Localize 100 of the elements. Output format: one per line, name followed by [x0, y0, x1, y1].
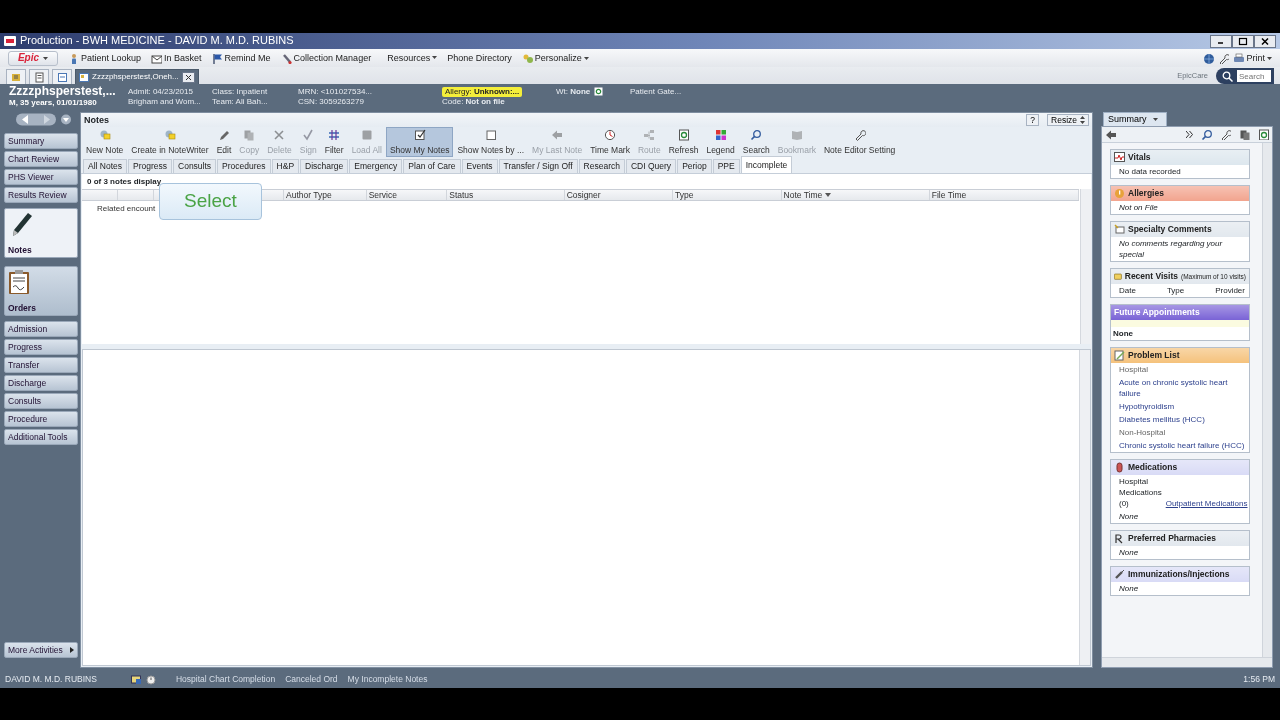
globe-icon[interactable] — [1203, 52, 1215, 64]
menu-item[interactable]: Collection Manager — [280, 52, 372, 64]
column-header[interactable]: Service — [366, 190, 448, 200]
list-icon[interactable] — [10, 71, 22, 83]
window-icon[interactable] — [56, 71, 68, 83]
toolbar-tab[interactable] — [6, 69, 26, 84]
sidebar-item[interactable]: Chart Review — [4, 151, 78, 167]
section-header[interactable]: Preferred Pharmacies — [1111, 531, 1249, 546]
column-header[interactable]: Type — [673, 190, 782, 200]
sidebar-item[interactable]: Progress — [4, 339, 78, 355]
clock-icon[interactable] — [145, 673, 156, 685]
column-header[interactable]: File Time — [929, 190, 1079, 200]
notes-tab[interactable]: Consults — [173, 159, 217, 173]
print-button[interactable]: Print — [1233, 52, 1272, 64]
column-header[interactable]: Status — [447, 190, 565, 200]
back-forward-icon[interactable] — [16, 113, 72, 126]
problem-link[interactable]: Hypothyroidism — [1111, 400, 1249, 413]
status-link[interactable]: My Incomplete Notes — [347, 673, 428, 685]
sidebar-item[interactable]: Discharge — [4, 375, 78, 391]
notes-tab[interactable]: Periop — [677, 159, 712, 173]
wrench-icon[interactable] — [1220, 129, 1231, 140]
summary-tab[interactable]: Summary — [1103, 112, 1167, 126]
toolbar-tab[interactable] — [29, 69, 49, 84]
left-arrow-icon[interactable] — [1105, 128, 1117, 141]
notes-tab[interactable]: All Notes — [83, 159, 127, 173]
notes-tab[interactable]: PPE — [712, 159, 740, 173]
menu-item[interactable]: Resources — [387, 52, 438, 64]
medications-link[interactable]: Outpatient Medications — [1165, 498, 1248, 509]
section-header[interactable]: Specialty Comments — [1111, 222, 1249, 237]
sidebar-item[interactable]: Orders — [4, 266, 78, 316]
problem-link[interactable]: Chronic systolic heart failure (HCC) — [1111, 439, 1249, 452]
status-link[interactable]: Hospital Chart Completion — [175, 673, 276, 685]
epic-menu-button[interactable]: Epic — [8, 50, 58, 66]
wrench-icon[interactable] — [1218, 52, 1230, 64]
notes-tab[interactable]: Procedures — [217, 159, 271, 173]
sidebar-item[interactable]: Summary — [4, 133, 78, 149]
sidebar-item[interactable]: Notes — [4, 208, 78, 258]
notes-tab[interactable]: Progress — [128, 159, 173, 173]
maximize-icon[interactable] — [1237, 36, 1249, 46]
toolbar-button[interactable]: Show My Notes — [385, 127, 454, 157]
notes-tab[interactable]: Discharge — [300, 159, 349, 173]
section-header[interactable]: Medications — [1111, 460, 1249, 475]
toolbar-tab[interactable] — [52, 69, 72, 84]
messages-icon[interactable] — [130, 673, 142, 685]
notes-tab[interactable]: Research — [578, 159, 625, 173]
toolbar-button[interactable]: Time Mark — [586, 127, 634, 157]
notes-tab[interactable]: Transfer / Sign Off — [498, 159, 578, 173]
section-header[interactable]: Problem List — [1111, 348, 1249, 363]
section-header[interactable]: Vitals — [1111, 150, 1249, 165]
resize-button[interactable]: Resize — [1047, 114, 1089, 126]
toolbar-button[interactable]: Refresh — [664, 127, 703, 157]
notes-tab[interactable]: Incomplete — [740, 156, 793, 173]
toolbar-button[interactable]: Search — [738, 127, 774, 157]
maximize-button[interactable] — [1232, 34, 1254, 48]
minimize-button[interactable] — [1210, 34, 1232, 48]
search-icon[interactable] — [1201, 129, 1212, 140]
section-header[interactable]: Immunizations/Injections — [1111, 567, 1249, 582]
menu-item[interactable]: In Basket — [151, 52, 202, 64]
menu-item[interactable]: Patient Lookup — [68, 52, 142, 64]
refresh-icon[interactable] — [594, 87, 604, 97]
toolbar-button[interactable]: Legend — [702, 127, 739, 157]
sidebar-item[interactable]: Results Review — [4, 187, 78, 203]
refresh-icon[interactable] — [1258, 129, 1269, 140]
close-button[interactable] — [1254, 34, 1276, 48]
scrollbar[interactable] — [1080, 189, 1091, 344]
form-icon[interactable] — [33, 71, 45, 83]
section-header[interactable]: Allergies — [1111, 186, 1249, 201]
patient-tab[interactable]: Zzzzphsperstest,Oneh... — [75, 69, 199, 84]
notes-tab[interactable]: CDI Query — [625, 159, 677, 173]
toolbar-button[interactable]: Note Editor Setting — [820, 127, 900, 157]
sidebar-item[interactable]: Consults — [4, 393, 78, 409]
sidebar-item[interactable]: Procedure — [4, 411, 78, 427]
scrollbar[interactable] — [1262, 143, 1272, 657]
status-link[interactable]: Canceled Ord — [285, 673, 338, 685]
column-header[interactable]: Author Type — [284, 190, 367, 200]
menu-item[interactable]: Phone Directory — [447, 52, 512, 64]
documents-icon[interactable] — [1239, 129, 1250, 140]
more-activities-button[interactable]: More Activities — [4, 642, 78, 658]
sidebar-item[interactable]: PHS Viewer — [4, 169, 78, 185]
search-field[interactable]: Search — [1237, 70, 1271, 82]
toolbar-button[interactable]: Filter — [320, 127, 348, 157]
column-header[interactable]: Cosigner — [564, 190, 674, 200]
problem-link[interactable]: Diabetes mellitus (HCC) — [1111, 413, 1249, 426]
scrollbar[interactable] — [1102, 657, 1272, 667]
notes-tab[interactable]: Events — [461, 159, 498, 173]
sidebar-item[interactable]: Transfer — [4, 357, 78, 373]
problem-link[interactable]: Acute on chronic systolic heart failure — [1111, 376, 1249, 400]
toolbar-button[interactable]: Edit — [212, 127, 236, 157]
notes-tab[interactable]: Plan of Care — [403, 159, 461, 173]
help-button[interactable]: ? — [1026, 114, 1039, 126]
notes-tab[interactable]: H&P — [271, 159, 300, 173]
toolbar-button[interactable]: Show Notes by ... — [453, 127, 529, 157]
sidebar-item[interactable]: Admission — [4, 321, 78, 337]
toolbar-button[interactable]: Create in NoteWriter — [127, 127, 213, 157]
column-header[interactable]: Note Time — [781, 190, 930, 200]
notes-tab[interactable]: Emergency — [349, 159, 403, 173]
close-icon[interactable] — [1259, 36, 1271, 46]
menu-item[interactable]: Remind Me — [211, 52, 271, 64]
menu-item[interactable]: Personalize — [521, 52, 589, 64]
expand-icon[interactable] — [1186, 131, 1193, 138]
